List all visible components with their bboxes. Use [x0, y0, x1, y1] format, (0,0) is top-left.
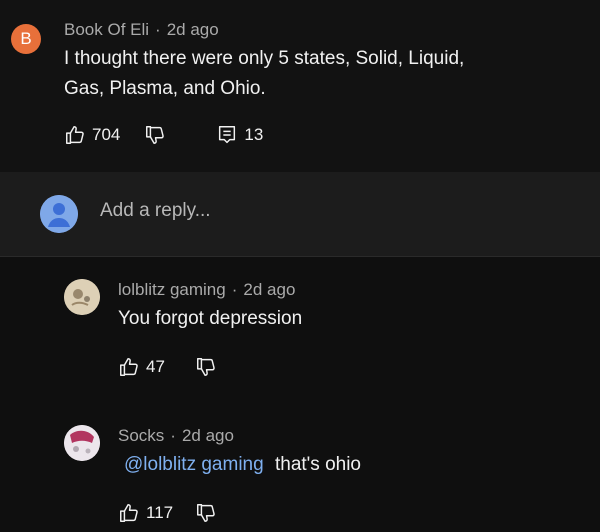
reply-text-content: that's ohio — [274, 454, 361, 475]
reply-meta: lolblitz gaming · 2d ago — [118, 280, 295, 300]
user-avatar[interactable] — [40, 195, 78, 233]
comment-actions: 704 13 — [64, 124, 263, 146]
reply-bar — [0, 172, 600, 257]
comment-text: I thought there were only 5 states, Soli… — [64, 44, 464, 104]
thumbs-up-icon[interactable] — [64, 124, 86, 146]
reply-actions: 117 — [118, 502, 217, 524]
reply-count[interactable]: 13 — [244, 125, 263, 145]
user-mention-link[interactable]: @lolblitz gaming — [124, 454, 264, 475]
reply-text: You forgot depression — [118, 308, 303, 329]
add-reply-input[interactable]: Add a reply... — [100, 200, 211, 222]
thumbs-down-icon[interactable] — [144, 124, 166, 146]
meta-separator: · — [155, 20, 161, 39]
meta-separator: · — [231, 280, 238, 299]
reply-author[interactable]: Socks — [118, 426, 164, 445]
reply-timestamp: 2d ago — [243, 280, 296, 299]
thumbs-down-icon[interactable] — [195, 502, 217, 524]
reply-meta: Socks · 2d ago — [118, 426, 234, 446]
thumbs-up-icon[interactable] — [118, 502, 140, 524]
reply-author[interactable]: lolblitz gaming — [118, 280, 226, 299]
thumbs-up-icon[interactable] — [118, 356, 140, 378]
comment-replies-icon[interactable] — [216, 124, 238, 146]
author-name[interactable]: Book Of Eli — [64, 20, 149, 39]
author-avatar[interactable]: B — [11, 24, 41, 54]
top-comment: B Book Of Eli · 2d ago I thought there wer… — [0, 0, 600, 172]
comment-text-line: Gas, Plasma, and Ohio. — [64, 78, 266, 99]
comment-text-line: I thought there were only 5 states, Soli… — [64, 48, 465, 69]
reply-text: @lolblitz gaming that's ohio — [124, 450, 361, 480]
reply-actions: 47 — [118, 356, 217, 378]
like-count: 47 — [146, 357, 165, 376]
meta-separator: · — [170, 426, 176, 445]
like-count: 117 — [146, 503, 174, 522]
timestamp: 2d ago — [166, 20, 219, 39]
reply-timestamp: 2d ago — [181, 426, 234, 445]
comment-meta: Book Of Eli · 2d ago — [64, 20, 219, 40]
thumbs-down-icon[interactable] — [195, 356, 217, 378]
reply-avatar[interactable] — [64, 279, 100, 315]
reply-avatar[interactable] — [64, 425, 100, 461]
like-count: 704 — [92, 125, 121, 144]
